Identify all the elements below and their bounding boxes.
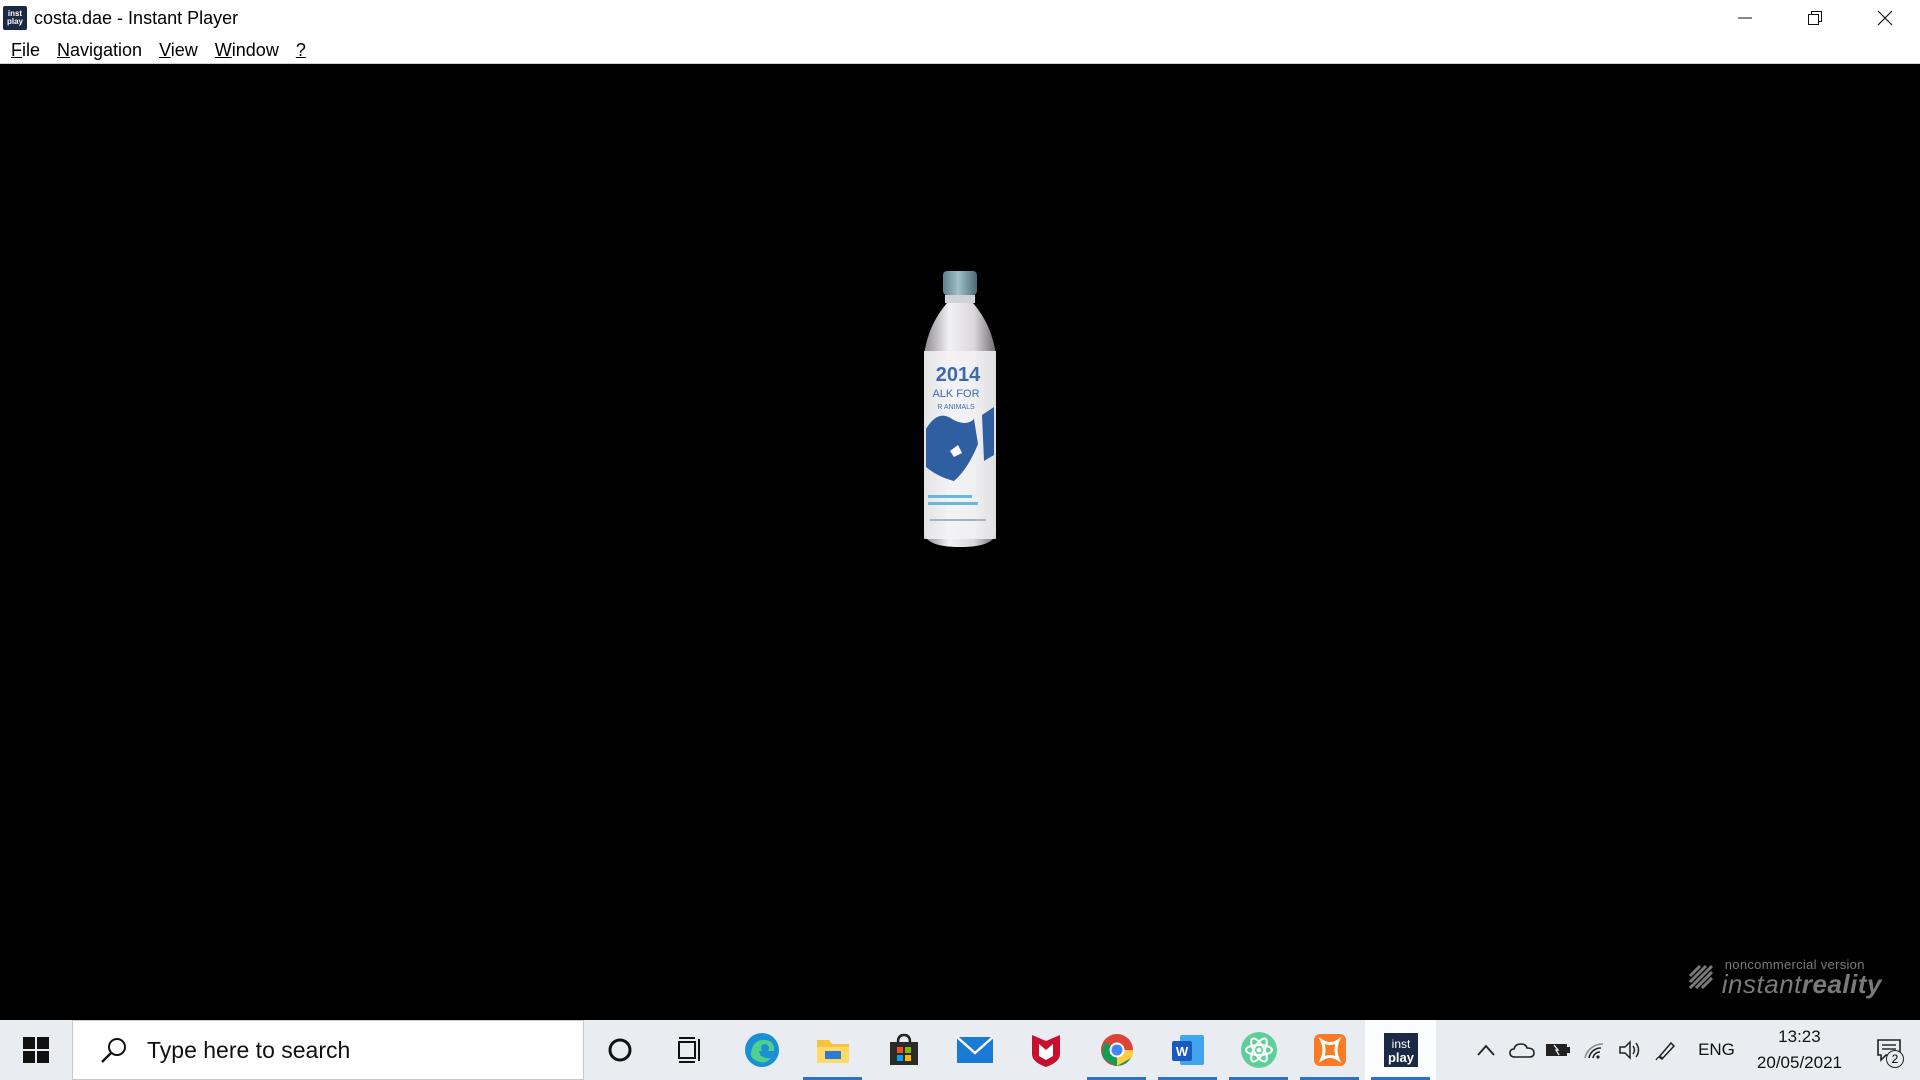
instant-player-app-icon[interactable]: inst play [3, 6, 27, 30]
minimize-icon [1738, 17, 1752, 19]
folder-icon [816, 1040, 849, 1063]
chevron-up-icon [1477, 1044, 1495, 1056]
search-icon [101, 1038, 126, 1063]
svg-text:play: play [1387, 1050, 1414, 1065]
system-tray: ENG 13:23 20/05/2021 2 [1468, 1020, 1920, 1080]
clock-date: 20/05/2021 [1756, 1053, 1842, 1072]
title-bar: inst play costa.dae - Instant Player [0, 0, 1920, 36]
instantreality-logo-icon [1688, 964, 1713, 990]
taskbar-search-box[interactable]: Type here to search [72, 1020, 584, 1080]
onedrive-button[interactable] [1504, 1020, 1540, 1080]
svg-text:inst: inst [1391, 1037, 1410, 1051]
windows-logo-icon [23, 1037, 49, 1063]
network-button[interactable] [1576, 1020, 1612, 1080]
taskbar-xampp[interactable] [1294, 1020, 1365, 1080]
notification-count-badge: 2 [1886, 1050, 1904, 1068]
bottle-label-year: 2014 [936, 364, 981, 386]
instant-player-icon: instplay [1383, 1033, 1418, 1067]
search-placeholder: Type here to search [147, 1036, 351, 1063]
water-bottle-model[interactable]: 2014 ALK FOR R ANIMALS [918, 269, 1002, 551]
mail-icon [955, 1036, 994, 1063]
battery-icon [1546, 1044, 1571, 1056]
taskbar-mcafee[interactable] [1010, 1020, 1081, 1080]
watermark: noncommercial version instantreality [1688, 958, 1882, 999]
svg-text:W: W [1175, 1044, 1188, 1059]
wifi-icon [1584, 1043, 1604, 1059]
taskbar: Type here to search W inst play ENG 13:2… [0, 1020, 1920, 1080]
watermark-brand: instantreality [1721, 969, 1882, 999]
start-button[interactable] [0, 1020, 72, 1080]
xampp-icon [1313, 1034, 1346, 1066]
mcafee-shield-icon [1031, 1035, 1060, 1067]
menu-view[interactable]: View [151, 36, 207, 64]
window-title: costa.dae - Instant Player [34, 7, 239, 28]
bottle-label-line2: R ANIMALS [937, 404, 975, 411]
taskbar-store[interactable] [868, 1020, 939, 1080]
chrome-icon [1100, 1034, 1133, 1066]
taskbar-atom[interactable] [1223, 1020, 1294, 1080]
cloud-icon [1509, 1043, 1535, 1058]
input-language-indicator[interactable]: ENG [1684, 1040, 1747, 1060]
menu-window[interactable]: Window [207, 36, 288, 64]
battery-button[interactable] [1540, 1020, 1576, 1080]
window-controls [1710, 0, 1920, 36]
menu-help[interactable]: ? [288, 36, 315, 64]
volume-button[interactable] [1612, 1020, 1648, 1080]
close-button[interactable] [1850, 0, 1920, 36]
atom-icon [1240, 1032, 1277, 1068]
edge-icon [744, 1033, 779, 1067]
render-viewport[interactable]: 2014 ALK FOR R ANIMALS noncommercial ver… [0, 65, 1920, 1020]
pen-button[interactable] [1648, 1020, 1684, 1080]
taskbar-file-explorer[interactable] [797, 1020, 868, 1080]
restore-icon [1808, 11, 1822, 25]
restore-button[interactable] [1780, 0, 1850, 36]
close-icon [1877, 10, 1893, 26]
clock-time: 13:23 [1778, 1027, 1821, 1046]
taskbar-instant-player[interactable]: inst play [1365, 1020, 1436, 1080]
action-center-button[interactable]: 2 [1858, 1020, 1920, 1080]
word-icon: W [1171, 1035, 1204, 1065]
menu-bar: File Navigation View Window ? [0, 36, 1920, 64]
speaker-icon [1619, 1040, 1640, 1060]
cortana-icon [608, 1038, 631, 1062]
task-view-icon [677, 1037, 700, 1063]
taskbar-chrome[interactable] [1081, 1020, 1152, 1080]
show-hidden-icons-button[interactable] [1468, 1020, 1504, 1080]
cortana-button[interactable] [584, 1020, 655, 1080]
taskbar-mail[interactable] [939, 1020, 1010, 1080]
shopping-bag-icon [889, 1033, 918, 1065]
clock[interactable]: 13:23 20/05/2021 [1747, 1024, 1858, 1076]
bottle-label-line1: ALK FOR [932, 388, 979, 400]
minimize-button[interactable] [1710, 0, 1780, 36]
task-view-button[interactable] [655, 1020, 726, 1080]
pen-icon [1655, 1041, 1676, 1061]
menu-file[interactable]: File [3, 36, 49, 64]
taskbar-word[interactable]: W [1152, 1020, 1223, 1080]
taskbar-edge[interactable] [726, 1020, 797, 1080]
menu-navigation[interactable]: Navigation [49, 36, 151, 64]
